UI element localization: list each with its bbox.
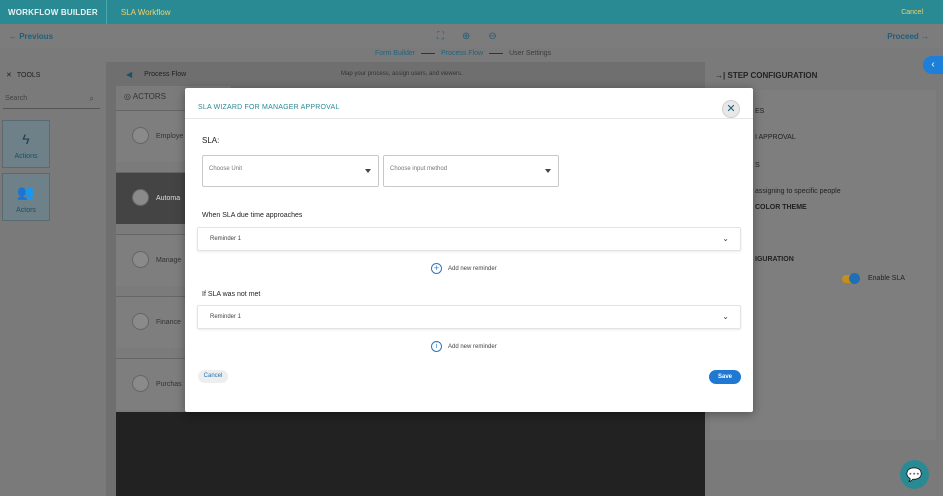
tool-actors-label: Actors bbox=[16, 207, 36, 214]
chevron-down-icon bbox=[365, 169, 371, 173]
fullscreen-icon[interactable]: ⛶ bbox=[437, 31, 444, 42]
users-icon: 👥 bbox=[17, 184, 35, 200]
add-reminder-button[interactable]: + Add new reminder bbox=[431, 263, 497, 274]
app-title: WORKFLOW BUILDER bbox=[0, 0, 107, 24]
save-button[interactable]: Save bbox=[709, 370, 741, 384]
avatar bbox=[132, 127, 149, 144]
chevron-left-icon[interactable]: ‹ bbox=[923, 56, 943, 74]
enable-sla-toggle[interactable] bbox=[842, 273, 860, 284]
flow-title: Process Flow bbox=[144, 70, 187, 78]
add-reminder-button[interactable]: i Add new reminder bbox=[431, 341, 497, 352]
flow-hint: Map your process, assign users, and view… bbox=[341, 71, 463, 77]
input-method-placeholder: Choose input method bbox=[390, 166, 448, 172]
chat-icon[interactable]: 💬 bbox=[900, 460, 929, 489]
avatar bbox=[132, 313, 149, 330]
proceed-link[interactable]: Proceed → bbox=[887, 32, 929, 41]
tools-header: ✕ TOOLS bbox=[6, 71, 41, 80]
step-process-flow[interactable]: Process Flow bbox=[441, 50, 483, 57]
config-label: IGURATION bbox=[755, 256, 794, 263]
config-label: I APPROVAL bbox=[755, 134, 796, 141]
collapse-arrow-icon[interactable]: ◀ bbox=[126, 70, 132, 79]
tools-search-input[interactable]: Search ⌕ bbox=[3, 90, 100, 109]
config-label: assigning to specific people bbox=[755, 188, 841, 195]
step-indicator: Form Builder Process Flow User Settings bbox=[375, 50, 551, 57]
canvas-grid bbox=[116, 412, 705, 496]
tool-actors[interactable]: 👥 Actors bbox=[2, 173, 50, 221]
chevron-down-icon: ⌄ bbox=[722, 312, 729, 321]
avatar bbox=[132, 375, 149, 392]
reminder-label: Reminder 1 bbox=[210, 236, 242, 242]
previous-link[interactable]: ← Previous bbox=[9, 32, 53, 41]
close-icon[interactable]: ✕ bbox=[722, 100, 740, 118]
top-bar: WORKFLOW BUILDER SLA Workflow Cancel bbox=[0, 0, 943, 24]
avatar bbox=[132, 189, 149, 206]
unit-select[interactable]: Choose Unit bbox=[202, 155, 379, 187]
actor-name: Employe bbox=[156, 133, 184, 140]
avatar bbox=[132, 251, 149, 268]
sla-wizard-modal: SLA WIZARD FOR MANAGER APPROVAL ✕ SLA: C… bbox=[185, 88, 753, 412]
top-cancel-link[interactable]: Cancel bbox=[901, 9, 923, 16]
reminder-dropdown[interactable]: Reminder 1 ⌄ bbox=[197, 227, 741, 251]
actor-name: Finance bbox=[156, 319, 181, 326]
search-icon: ⌕ bbox=[89, 94, 94, 103]
zoom-out-icon[interactable]: ⊖ bbox=[488, 31, 496, 42]
actor-name: Purchas bbox=[156, 381, 182, 388]
approach-label: When SLA due time approaches bbox=[202, 212, 303, 219]
canvas-toolbar: ⛶ ⊕ ⊖ bbox=[437, 31, 497, 42]
plus-circle-icon: + bbox=[431, 263, 442, 274]
config-label: COLOR THEME bbox=[755, 204, 807, 211]
step-divider bbox=[421, 53, 436, 54]
add-reminder-label: Add new reminder bbox=[448, 343, 497, 350]
info-circle-icon: i bbox=[431, 341, 442, 352]
workflow-name: SLA Workflow bbox=[120, 7, 171, 17]
config-label: ES bbox=[755, 108, 765, 115]
unit-placeholder: Choose Unit bbox=[209, 166, 243, 172]
lightning-icon: ϟ bbox=[22, 131, 30, 147]
nav-bar: ← Previous ⛶ ⊕ ⊖ Proceed → bbox=[0, 24, 943, 48]
actor-name: Manage bbox=[156, 257, 182, 264]
chevron-down-icon: ⌄ bbox=[722, 234, 729, 243]
not-met-label: If SLA was not met bbox=[202, 291, 261, 298]
step-user-settings[interactable]: User Settings bbox=[509, 50, 551, 57]
modal-header: SLA WIZARD FOR MANAGER APPROVAL ✕ bbox=[185, 88, 753, 119]
add-reminder-label: Add new reminder bbox=[448, 265, 497, 272]
actor-name: Automa bbox=[156, 195, 181, 202]
enable-sla-label: Enable SLA bbox=[868, 275, 905, 282]
tool-actions-label: Actions bbox=[14, 153, 38, 160]
sla-label: SLA: bbox=[202, 136, 220, 145]
zoom-in-icon[interactable]: ⊕ bbox=[462, 31, 470, 42]
actors-header: ◎ ACTORS bbox=[124, 92, 166, 101]
tools-title: TOOLS bbox=[16, 71, 41, 79]
config-label: S bbox=[755, 162, 760, 169]
collapse-panel-icon[interactable]: →| bbox=[715, 71, 725, 80]
toggle-knob bbox=[849, 273, 860, 284]
step-form-builder[interactable]: Form Builder bbox=[375, 50, 415, 57]
reminder-label: Reminder 1 bbox=[210, 314, 242, 320]
reminder-dropdown[interactable]: Reminder 1 ⌄ bbox=[197, 305, 741, 329]
step-divider bbox=[489, 53, 504, 54]
config-header: →| STEP CONFIGURATION bbox=[715, 71, 818, 80]
search-placeholder: Search bbox=[5, 95, 28, 102]
flow-header: ◀ Process Flow Map your process, assign … bbox=[106, 62, 705, 86]
input-method-select[interactable]: Choose input method bbox=[383, 155, 559, 187]
modal-title: SLA WIZARD FOR MANAGER APPROVAL bbox=[198, 104, 340, 111]
tool-actions[interactable]: ϟ Actions bbox=[2, 120, 50, 168]
chevron-down-icon bbox=[545, 169, 551, 173]
actor-circle-icon: ◎ bbox=[124, 92, 131, 101]
cancel-button[interactable]: Cancel bbox=[198, 370, 228, 383]
tools-panel: ✕ TOOLS Search ⌕ ϟ Actions 👥 Actors bbox=[0, 62, 106, 496]
close-tools-icon[interactable]: ✕ bbox=[6, 71, 12, 79]
